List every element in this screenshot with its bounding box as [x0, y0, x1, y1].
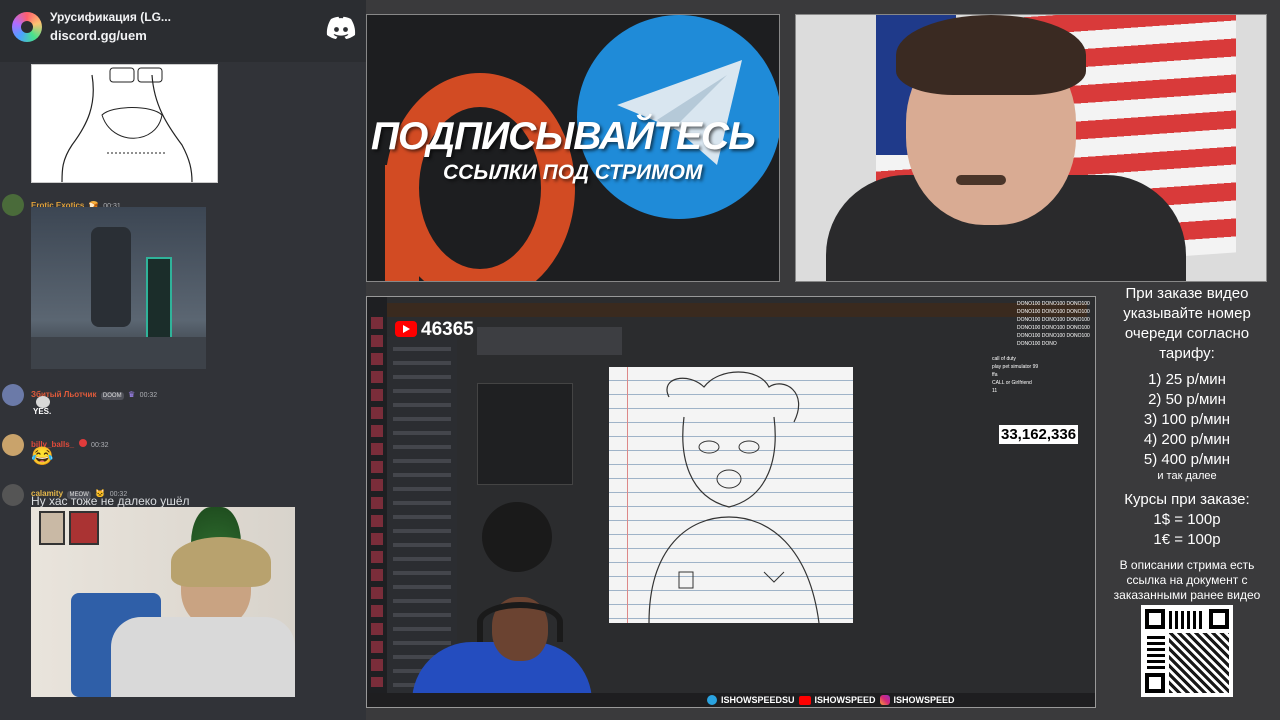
avatar[interactable] — [2, 384, 24, 406]
webcam-clip[interactable] — [31, 507, 295, 697]
timestamp: 00:32 — [139, 392, 158, 399]
mustache — [956, 175, 1006, 185]
tier-item: 2) 50 р/мин — [1148, 391, 1226, 408]
youtube-viewer-count: 46365 — [421, 319, 474, 340]
tier-item: 5) 400 р/мин — [1143, 451, 1231, 468]
tier-more: и так далее — [1157, 470, 1217, 482]
nested-panel — [477, 327, 622, 355]
server-icon — [12, 12, 42, 42]
custom-emoji: YES. — [33, 396, 55, 420]
total-counter: 33,162,336 — [999, 425, 1079, 444]
description-note: В описании стрима есть ссылка на докумен… — [1113, 558, 1261, 602]
nested-server-rail — [367, 297, 387, 707]
order-intro: При заказе видео указывайте номер очеред… — [1123, 285, 1251, 362]
laughing-emoji: 😂 — [31, 446, 54, 466]
headphones-icon — [477, 602, 563, 642]
drawing-paper — [609, 367, 853, 623]
chat-overlay: call of duty play pet simulator 99 ffa C… — [992, 356, 1039, 394]
avatar[interactable] — [2, 484, 24, 506]
avatar[interactable] — [2, 194, 24, 216]
server-title: Урусификация (LG... — [50, 10, 171, 24]
discord-logo-icon — [326, 16, 356, 39]
qr-code-icon — [1141, 605, 1233, 697]
telegram-icon — [707, 695, 717, 705]
nested-topbar — [387, 303, 1087, 317]
donation-ticker: DONO100 DONO100 DONO100 DONO100 DONO100 … — [1017, 301, 1090, 347]
main-stream-video: 46365 DONO100 DONO100 DONO100 DONO100 DO… — [366, 296, 1096, 708]
person-hair — [896, 15, 1086, 95]
sketch-image — [31, 64, 218, 183]
tier-item: 3) 100 р/мин — [1143, 411, 1231, 428]
nested-channel-list — [387, 337, 457, 697]
streamer-webcam — [795, 14, 1267, 282]
role-badge: DOOM — [100, 392, 124, 400]
tier-item: 1) 25 р/мин — [1148, 371, 1226, 388]
promo-headline: ПОДПИСЫВАЙТЕСЬ — [371, 115, 756, 158]
rates-title: Курсы при заказе: — [1124, 491, 1250, 508]
record-icon — [78, 438, 87, 447]
nested-avatar — [482, 502, 552, 572]
instagram-icon — [879, 695, 890, 705]
invite-link[interactable]: discord.gg/uem — [50, 28, 147, 43]
nested-image — [477, 383, 573, 485]
tier-item: 4) 200 р/мин — [1143, 431, 1231, 448]
message-text: Ну хас тоже не далеко ушёл — [31, 494, 190, 508]
discord-overlay: Урусификация (LG... discord.gg/uem Eroti… — [0, 0, 366, 720]
avatar[interactable] — [2, 434, 24, 456]
youtube-icon — [395, 321, 417, 337]
timestamp: 00:32 — [91, 442, 109, 449]
youtube-icon — [798, 695, 811, 705]
price-info-panel: При заказе видео указывайте номер очеред… — [1100, 282, 1274, 720]
discord-header: Урусификация (LG... discord.gg/uem — [0, 0, 366, 62]
rate-usd: 1$ = 100р — [1153, 511, 1221, 528]
crown-icon: ♛ — [128, 390, 136, 399]
promo-banner: ПОДПИСЫВАЙТЕСЬ ССЫЛКИ ПОД СТРИМОМ — [366, 14, 780, 282]
attached-image[interactable] — [31, 207, 206, 369]
promo-subline: ССЫЛКИ ПОД СТРИМОМ — [443, 161, 703, 184]
social-bar: ISHOWSPEEDSU ISHOWSPEED ISHOWSPEED — [707, 694, 955, 706]
patreon-logo-stem — [385, 165, 419, 281]
rate-eur: 1€ = 100р — [1153, 531, 1221, 548]
